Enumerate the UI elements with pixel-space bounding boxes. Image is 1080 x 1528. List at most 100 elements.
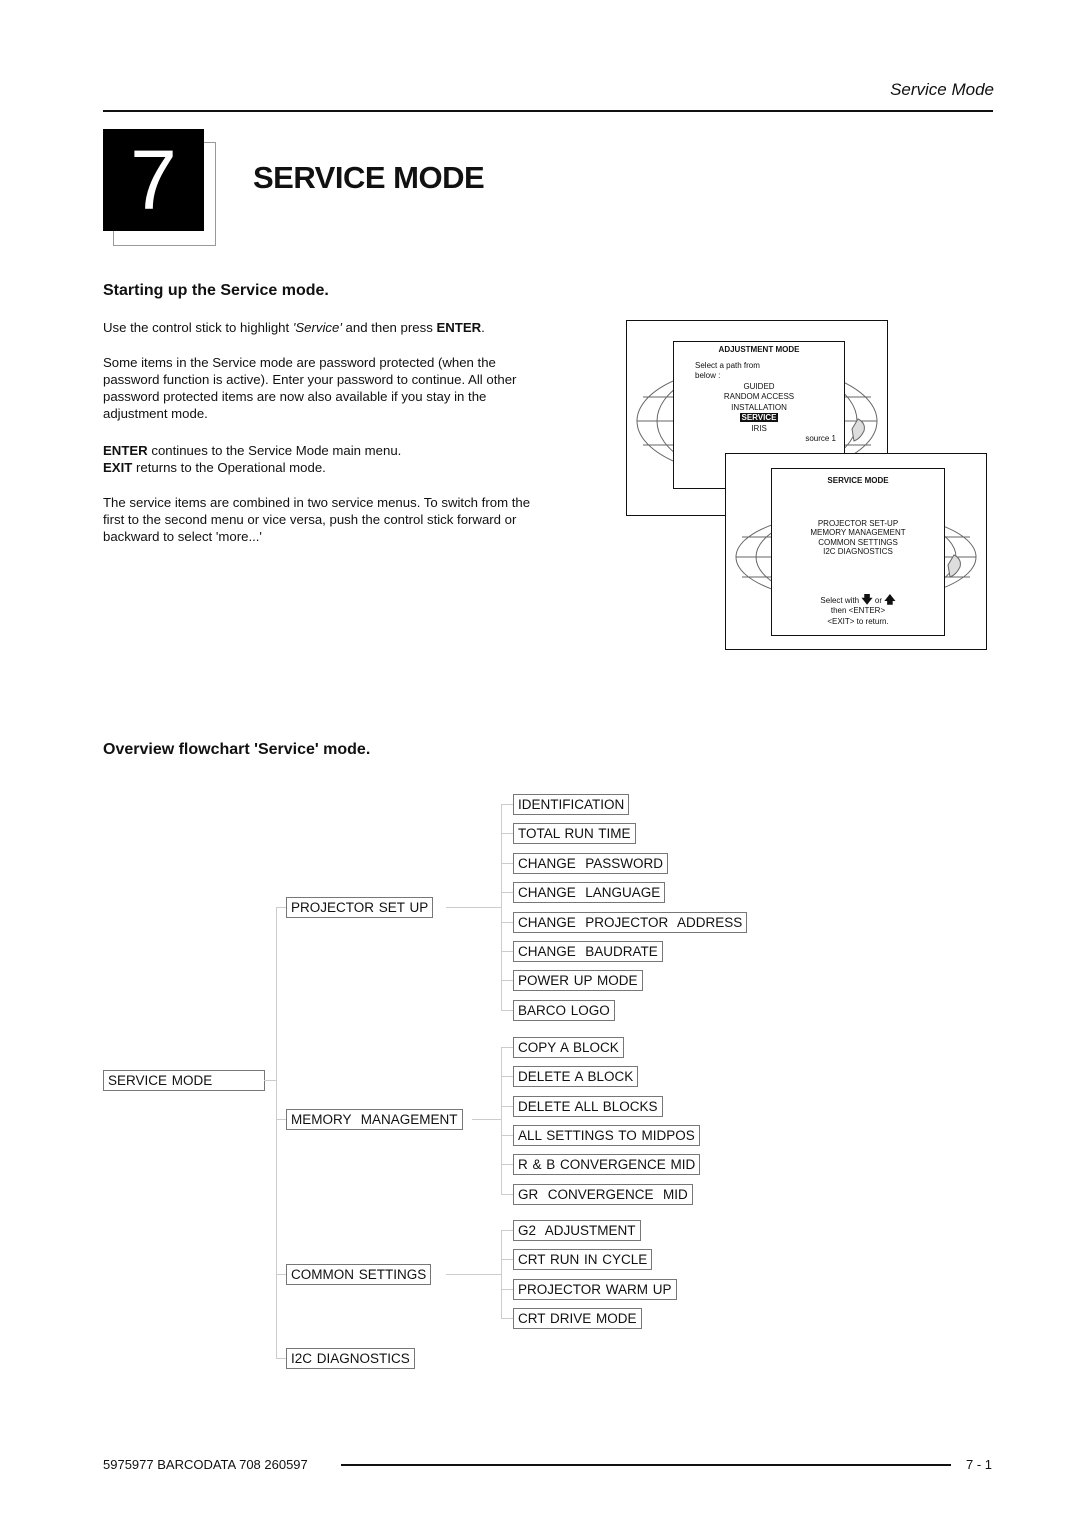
flow-node-leaf: TOTAL RUN TIME [513, 823, 636, 844]
osd-menu-item-label: GUIDED [743, 381, 775, 391]
connector [446, 907, 501, 908]
text: returns to the Operational mode. [132, 460, 326, 475]
flow-node-root: SERVICE MODE [103, 1070, 265, 1091]
osd-menu-item[interactable]: INSTALLATION [674, 403, 844, 414]
flow-node-leaf: IDENTIFICATION [513, 794, 630, 815]
key-enter: ENTER [103, 443, 148, 458]
running-head: Service Mode [890, 80, 994, 99]
osd-panel-service: SERVICE MODE PROJECTOR SET-UP MEMORY MANA… [771, 468, 945, 636]
osd-menu-item-label: IRIS [751, 423, 767, 433]
osd-menu-item[interactable]: RANDOM ACCESS [674, 392, 844, 403]
flow-node-leaf: POWER UP MODE [513, 970, 643, 991]
footer-rule [341, 1464, 951, 1466]
section-heading-starting: Starting up the Service mode. [103, 282, 329, 299]
connector [276, 1358, 286, 1359]
connector [501, 1259, 513, 1260]
connector [501, 833, 513, 834]
connector [501, 1106, 513, 1107]
connector [501, 1289, 513, 1290]
connector [501, 922, 513, 923]
paragraph-highlight-service: Use the control stick to highlight 'Serv… [103, 319, 543, 336]
osd-title: ADJUSTMENT MODE [718, 345, 800, 354]
arrow-up-icon: 🡅 [884, 593, 896, 606]
connector [501, 1230, 513, 1231]
osd-menu-item[interactable]: MEMORY MANAGEMENT [772, 528, 944, 538]
paragraph-password: Some items in the Service mode are passw… [103, 354, 543, 422]
connector [472, 1119, 501, 1120]
flow-node-leaf: CHANGE PROJECTOR ADDRESS [513, 912, 748, 933]
connector [501, 1010, 513, 1011]
flow-node-branch: MEMORY MANAGEMENT [286, 1109, 463, 1130]
flow-node-leaf: GR CONVERGENCE MID [513, 1184, 693, 1205]
arrow-down-icon: 🡇 [861, 593, 873, 606]
connector [501, 1318, 513, 1319]
osd-menu-item[interactable]: GUIDED [674, 382, 844, 393]
connector [501, 1047, 502, 1194]
flow-node-leaf: DELETE ALL BLOCKS [513, 1096, 663, 1117]
page-number: 7 - 1 [965, 1457, 992, 1472]
osd-menu-item-selected: SERVICE [739, 413, 779, 422]
key-enter: ENTER [436, 320, 482, 335]
connector [501, 892, 513, 893]
osd-menu-item[interactable]: I2C DIAGNOSTICS [772, 547, 944, 557]
connector [501, 980, 513, 981]
connector [276, 1119, 286, 1120]
osd-menu-list: PROJECTOR SET-UP MEMORY MANAGEMENT COMMON … [772, 519, 944, 557]
osd-prompt: Select a path from [695, 360, 760, 370]
osd-source: source 1 [805, 434, 836, 443]
connector [501, 951, 513, 952]
connector [501, 1164, 513, 1165]
key-exit: EXIT [103, 460, 133, 475]
flow-node-leaf: DELETE A BLOCK [513, 1066, 639, 1087]
flow-node-leaf: CHANGE LANGUAGE [513, 882, 666, 903]
flow-node-leaf: R & B CONVERGENCE MID [513, 1154, 701, 1175]
osd-screen-service: SERVICE MODE PROJECTOR SET-UP MEMORY MANA… [725, 453, 987, 650]
header-rule [103, 110, 993, 112]
osd-menu-list: GUIDED RANDOM ACCESS INSTALLATION SERVICE IR… [674, 382, 844, 435]
osd-hint: Select with [820, 595, 860, 605]
connector [501, 1194, 513, 1195]
flow-node-leaf: ALL SETTINGS TO MIDPOS [513, 1125, 700, 1146]
emphasis-service: 'Service' [292, 320, 342, 335]
connector [264, 1080, 276, 1081]
connector [276, 907, 277, 1359]
osd-menu-item-label: INSTALLATION [731, 402, 787, 412]
chapter-number: 7 [103, 129, 204, 231]
text: and then press [341, 320, 437, 335]
flow-node-leaf: CHANGE PASSWORD [513, 853, 669, 874]
chapter-title: SERVICE MODE [253, 160, 485, 195]
text: continues to the Service Mode main menu. [147, 443, 402, 458]
connector [276, 1274, 286, 1275]
osd-menu-item[interactable]: COMMON SETTINGS [772, 538, 944, 548]
osd-menu-item-label: RANDOM ACCESS [723, 392, 795, 401]
paragraph-keys: ENTER continues to the Service Mode main… [103, 442, 543, 476]
osd-menu-item[interactable]: IRIS [674, 424, 844, 435]
connector [501, 804, 513, 805]
connector [501, 1135, 513, 1136]
connector [501, 863, 513, 864]
osd-menu-item[interactable]: SERVICE [674, 413, 844, 424]
osd-menu-item[interactable]: PROJECTOR SET-UP [772, 519, 944, 529]
flow-node-leaf: CHANGE BAUDRATE [513, 941, 663, 962]
connector [276, 907, 286, 908]
section-heading-flowchart: Overview flowchart 'Service' mode. [103, 741, 371, 758]
text: The service items are combined in two se… [103, 495, 531, 544]
connector [501, 1230, 502, 1318]
flow-node-leaf: G2 ADJUSTMENT [513, 1220, 641, 1241]
osd-hint: then <ENTER> [830, 606, 886, 615]
flow-node-branch: PROJECTOR SET UP [286, 897, 434, 918]
flow-node-leaf: BARCO LOGO [513, 1000, 615, 1021]
osd-hint: <EXIT> to return. [827, 616, 889, 626]
paragraph-two-menus: The service items are combined in two se… [103, 494, 543, 545]
osd-hint: or [874, 595, 883, 605]
flow-node-leaf: CRT RUN IN CYCLE [513, 1249, 653, 1270]
osd-title: SERVICE MODE [827, 476, 889, 485]
flow-node-branch: I2C DIAGNOSTICS [286, 1348, 415, 1369]
connector [446, 1274, 501, 1275]
connector [501, 1047, 513, 1048]
text: Use the control stick to highlight [103, 320, 293, 335]
text: Some items in the Service mode are passw… [103, 355, 517, 421]
text: . [481, 320, 485, 335]
flow-node-branch: COMMON SETTINGS [286, 1264, 432, 1285]
flow-node-leaf: COPY A BLOCK [513, 1037, 624, 1058]
